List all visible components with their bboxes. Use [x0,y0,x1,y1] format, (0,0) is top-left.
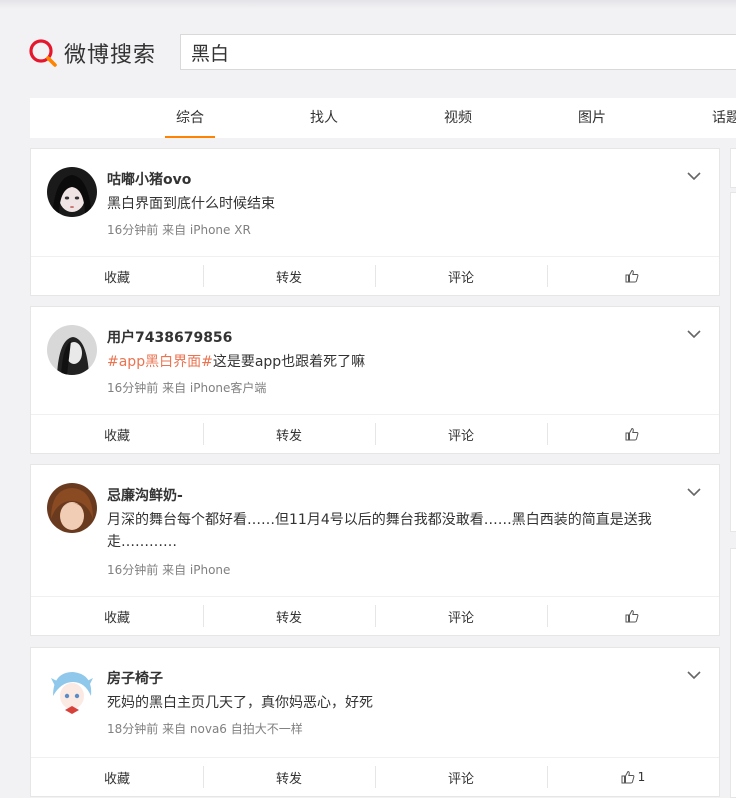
favorite-button[interactable]: 收藏 [31,758,203,796]
comment-button[interactable]: 评论 [375,415,547,453]
thumbs-up-icon [625,609,638,623]
repost-button[interactable]: 转发 [203,257,375,295]
chevron-down-icon[interactable] [687,670,701,680]
favorite-button[interactable]: 收藏 [31,597,203,635]
top-shadow [0,0,736,9]
post-text: 月深的舞台每个都好看……但11月4号以后的舞台我都没敢看……黑白西装的简直是送我… [107,509,657,553]
chevron-down-icon[interactable] [687,329,701,339]
post-actions: 收藏 转发 评论 1 [31,757,719,796]
post-meta: 18分钟前 来自 nova6 自拍大不一样 [107,722,303,736]
comment-button[interactable]: 评论 [375,597,547,635]
post-meta: 16分钟前 来自 iPhone XR [107,223,251,237]
search-tabs: 综合 找人 视频 图片 话题 [30,98,736,138]
like-button[interactable] [547,597,719,635]
tab-people[interactable]: 找人 [294,98,354,138]
post-actions: 收藏 转发 评论 [31,414,719,453]
comment-button[interactable]: 评论 [375,758,547,796]
thumbs-up-icon [625,427,638,441]
post-meta: 16分钟前 来自 iPhone客户端 [107,381,267,395]
right-column-edge [730,148,736,798]
post-card: 房子椅子 死妈的黑白主页几天了，真你妈恶心，好死 18分钟前 来自 nova6 … [30,647,720,797]
like-button[interactable]: 1 [547,758,719,796]
post-body: 死妈的黑白主页几天了，真你妈恶心，好死 [107,695,373,711]
search-query: 黑白 [191,42,230,65]
chevron-down-icon[interactable] [687,487,701,497]
post-actions: 收藏 转发 评论 [31,596,719,635]
repost-button[interactable]: 转发 [203,415,375,453]
post-body: 月深的舞台每个都好看……但11月4号以后的舞台我都没敢看……黑白西装的简直是送我… [107,512,652,550]
tab-comprehensive[interactable]: 综合 [160,98,220,138]
username[interactable]: 咕嘟小猪ovo [107,169,191,189]
post-card: 忌廉沟鲜奶- 月深的舞台每个都好看……但11月4号以后的舞台我都没敢看……黑白西… [30,464,720,636]
tab-topics[interactable]: 话题 [696,98,736,138]
favorite-button[interactable]: 收藏 [31,415,203,453]
avatar[interactable] [47,325,97,375]
avatar[interactable] [47,483,97,533]
favorite-button[interactable]: 收藏 [31,257,203,295]
weibo-search-logo[interactable]: 微博搜索 [28,36,156,70]
repost-button[interactable]: 转发 [203,758,375,796]
post-actions: 收藏 转发 评论 [31,256,719,295]
post-text: 死妈的黑白主页几天了，真你妈恶心，好死 [107,692,667,714]
username[interactable]: 房子椅子 [107,668,163,688]
comment-button[interactable]: 评论 [375,257,547,295]
post-body: 这是要app也跟着死了嘛 [212,354,366,370]
username[interactable]: 用户7438679856 [107,327,232,347]
post-card: 咕嘟小猪ovo 黑白界面到底什么时候结束 16分钟前 来自 iPhone XR … [30,148,720,296]
like-button[interactable] [547,415,719,453]
search-input[interactable]: 黑白 [180,34,736,70]
post-text: #app黑白界面#这是要app也跟着死了嘛 [107,351,667,373]
post-meta: 16分钟前 来自 iPhone [107,563,231,577]
like-button[interactable] [547,257,719,295]
tab-images[interactable]: 图片 [562,98,622,138]
tab-video[interactable]: 视频 [428,98,488,138]
avatar[interactable] [47,666,97,716]
repost-button[interactable]: 转发 [203,597,375,635]
search-logo-icon [29,39,57,67]
top-bar: 微博搜索 黑白 [0,0,736,96]
logo-text: 微博搜索 [64,43,157,68]
topic-link[interactable]: #app黑白界面# [107,354,213,370]
thumbs-up-icon [621,770,635,784]
thumbs-up-icon [625,269,638,283]
post-text: 黑白界面到底什么时候结束 [107,193,667,215]
username[interactable]: 忌廉沟鲜奶- [107,485,183,505]
avatar[interactable] [47,167,97,217]
post-body: 黑白界面到底什么时候结束 [107,196,275,212]
post-card: 用户7438679856 #app黑白界面#这是要app也跟着死了嘛 16分钟前… [30,306,720,454]
like-count: 1 [637,770,646,784]
chevron-down-icon[interactable] [687,171,701,181]
